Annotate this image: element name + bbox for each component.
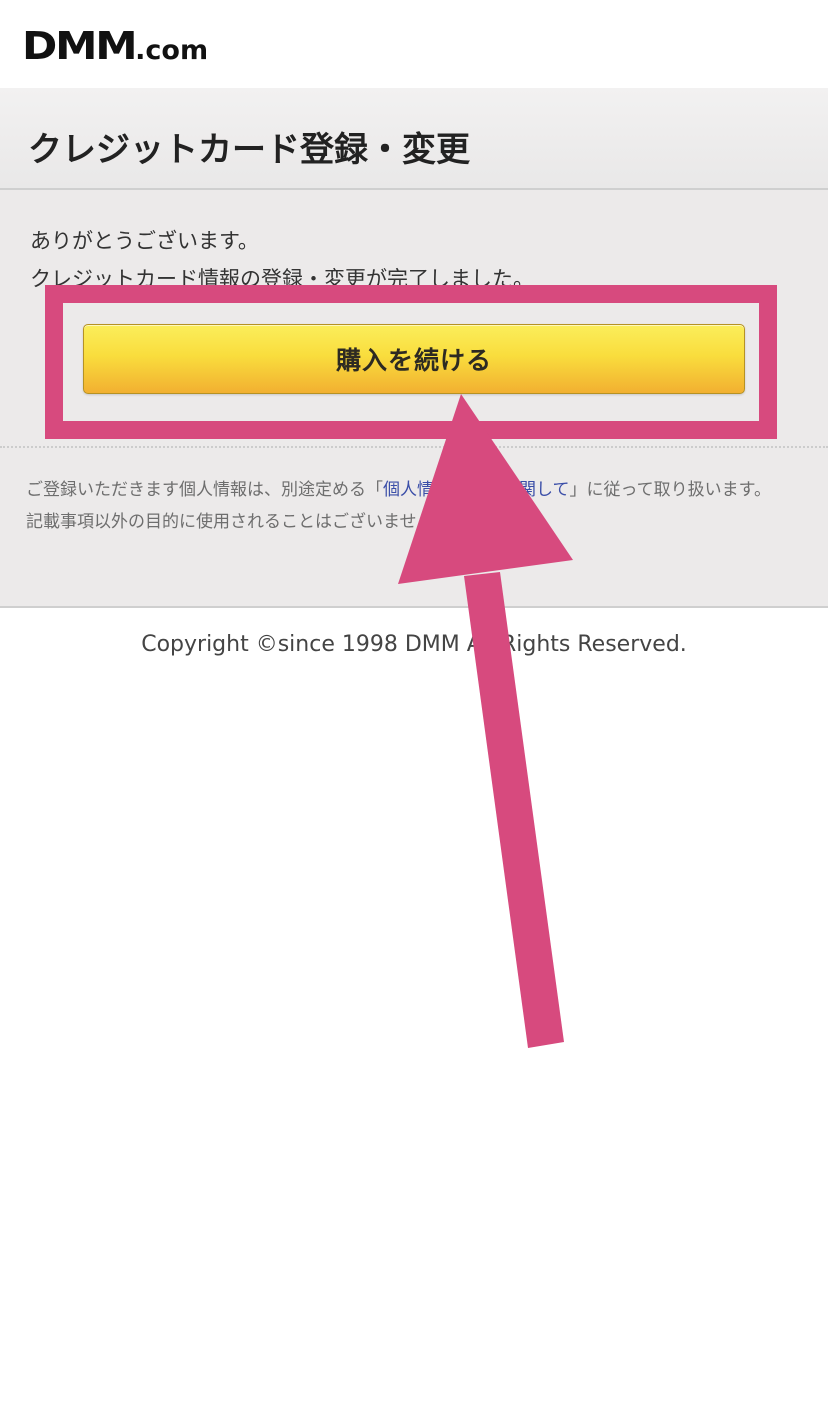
page-title-bar: クレジットカード登録・変更 [0,88,828,190]
completion-message: ありがとうございます。 クレジットカード情報の登録・変更が完了しました。 [30,222,534,298]
privacy-notice: ご登録いただきます個人情報は、別途定める「個人情報の保護に関して」に従って取り扱… [26,474,806,538]
logo-domain-suffix: .com [135,35,209,66]
privacy-notice-suffix: 」に従って取り扱います。 [569,480,771,500]
logo-wordmark: DMM [22,24,138,68]
privacy-notice-prefix: ご登録いただきます個人情報は、別途定める「 [26,480,383,500]
privacy-notice-line: ご登録いただきます個人情報は、別途定める「個人情報の保護に関して」に従って取り扱… [26,474,806,506]
site-header: DMM .com [0,0,828,88]
page-title: クレジットカード登録・変更 [28,130,470,170]
thanks-text: ありがとうございます。 [30,229,259,253]
section-divider [0,446,828,448]
continue-purchase-label: 購入を続ける [335,346,492,375]
dmm-logo[interactable]: DMM .com [22,24,208,68]
completion-panel: ありがとうございます。 クレジットカード情報の登録・変更が完了しました。 購入を… [0,190,828,608]
completion-text: クレジットカード情報の登録・変更が完了しました。 [30,267,534,291]
privacy-notice-usage: 記載事項以外の目的に使用されることはございません。 [26,512,451,532]
copyright-text: Copyright ©since 1998 DMM All Rights Res… [141,632,687,657]
privacy-policy-link[interactable]: 個人情報の保護に関して [383,480,570,500]
continue-purchase-button[interactable]: 購入を続ける [83,324,745,394]
